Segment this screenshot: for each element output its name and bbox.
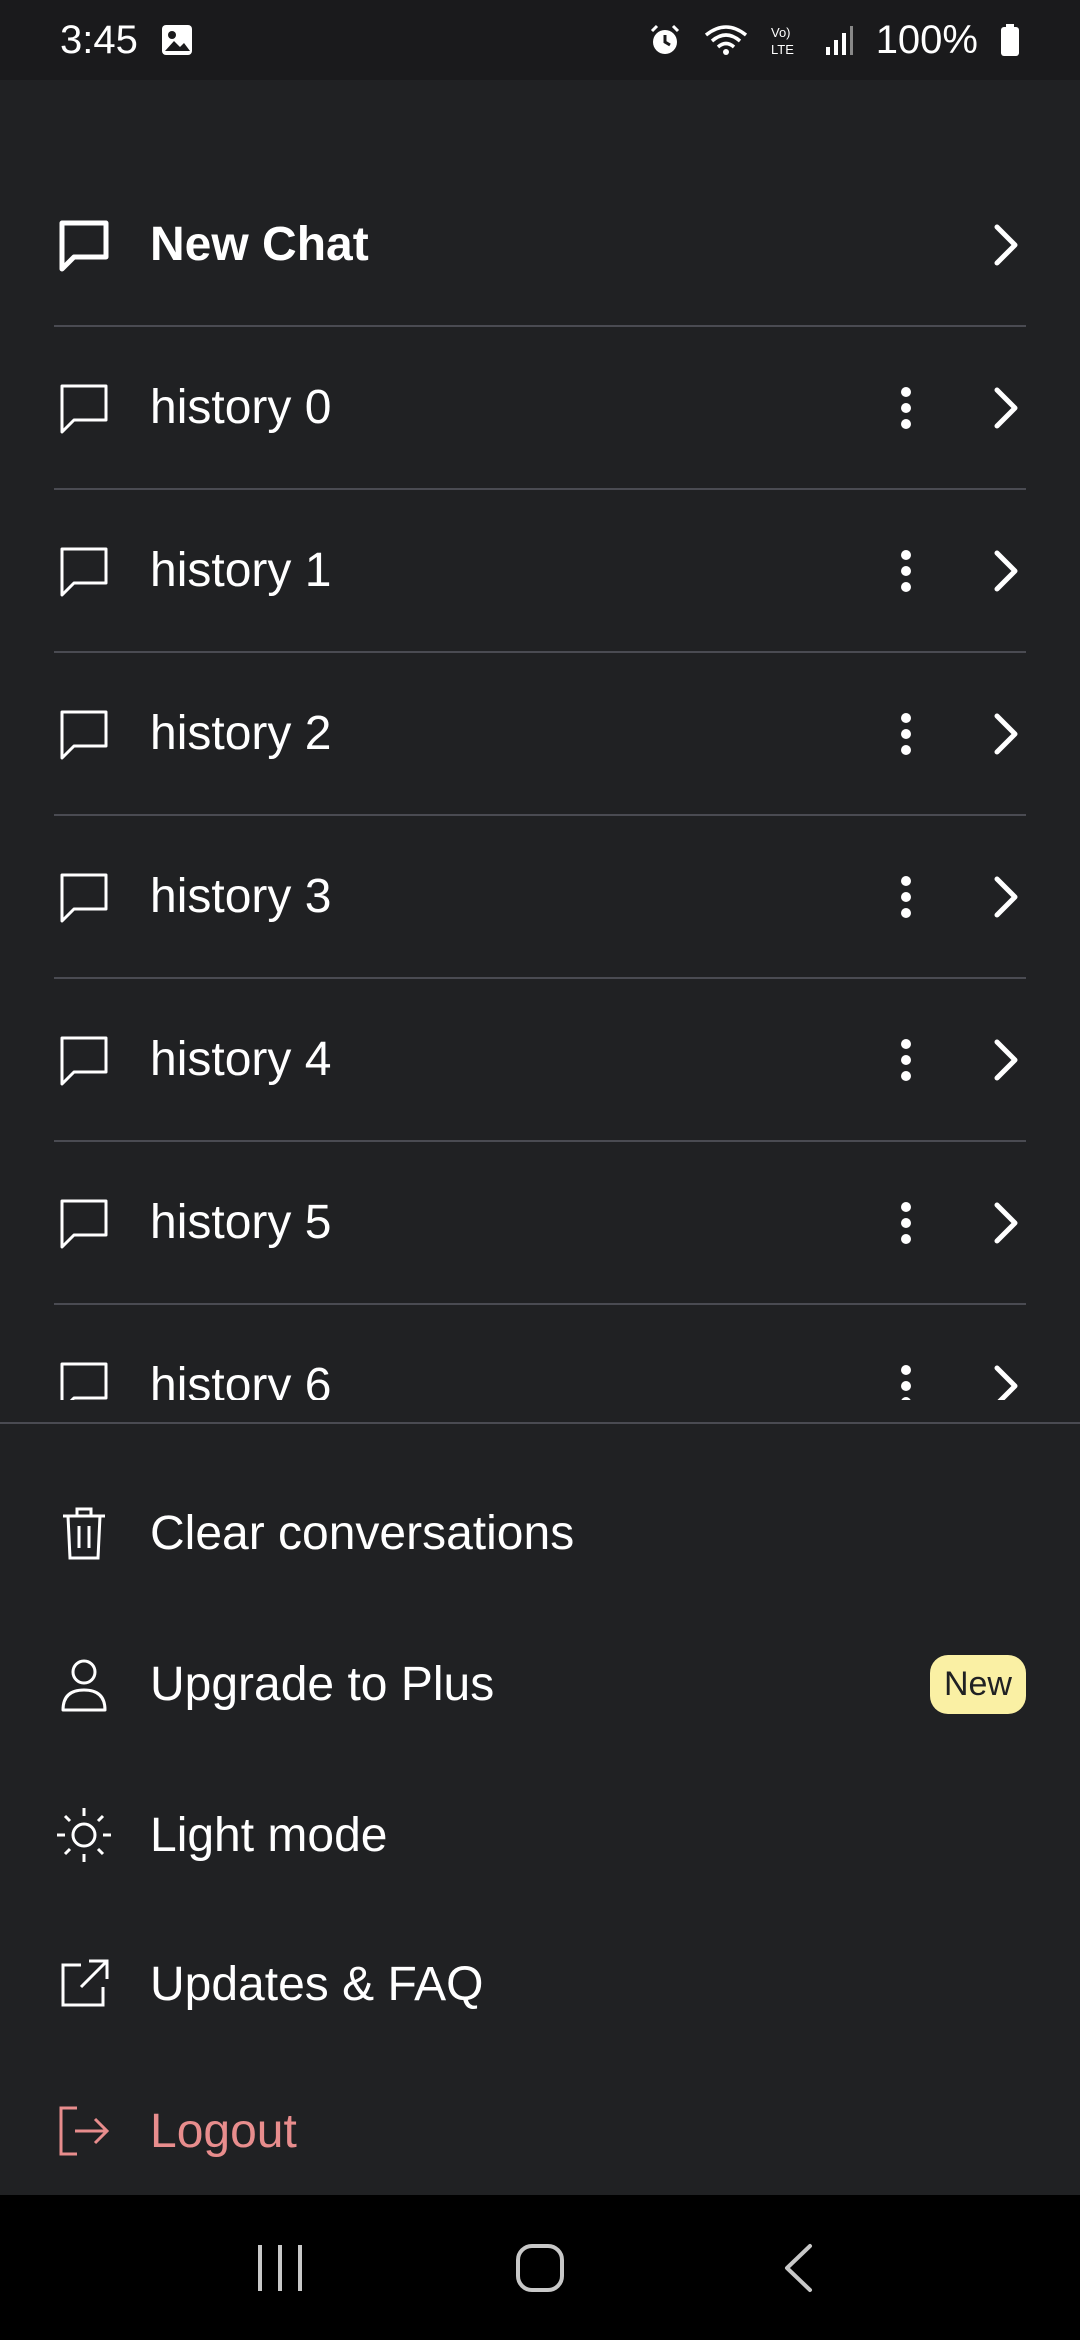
chevron-right-icon [986,1030,1026,1090]
updates-faq-label: Updates & FAQ [150,1957,484,2011]
chat-history-label: history 2 [150,707,332,760]
chat-bubble-icon [54,704,114,764]
svg-text:LTE: LTE [771,42,794,57]
user-icon [54,1654,114,1714]
chat-history-label: history 1 [150,544,332,597]
chat-history-item[interactable]: history 2 [54,653,1026,816]
recent-apps-button[interactable] [240,2228,320,2308]
status-bar-left: 3:45 [60,18,194,63]
upgrade-to-plus-button[interactable]: Upgrade to Plus New [54,1629,1026,1739]
chat-history-label: history 0 [150,381,332,434]
chat-bubble-icon [54,1030,114,1090]
navigation-bar [0,2195,1080,2340]
light-mode-button[interactable]: Light mode [54,1780,1026,1890]
light-mode-label: Light mode [150,1808,388,1862]
drawer-menu: Clear conversations Upgrade to Plus New … [0,1422,1080,2197]
chat-bubble-icon [54,867,114,927]
chat-history-item[interactable]: history 0 [54,327,1026,490]
status-bar: 3:45 Vo) LTE 100% [0,0,1080,80]
logout-button[interactable]: Logout [54,2076,1026,2186]
chevron-right-icon [986,867,1026,927]
chevron-right-icon [986,541,1026,601]
more-options-icon[interactable] [886,704,926,764]
logout-icon [54,2101,114,2161]
clock-time: 3:45 [60,17,138,62]
new-badge: New [929,1654,1026,1714]
chevron-right-icon [986,1356,1026,1400]
chat-history-label: history 3 [150,870,332,923]
more-options-icon[interactable] [886,1030,926,1090]
chat-bubble-icon [54,378,114,438]
more-options-icon[interactable] [886,1356,926,1400]
back-icon [785,2243,812,2292]
back-button[interactable] [760,2228,840,2308]
new-chat-button[interactable]: New Chat [54,164,1026,327]
wifi-icon [704,23,748,57]
svg-text:Vo): Vo) [771,25,791,40]
updates-faq-link[interactable]: Updates & FAQ [54,1929,1026,2039]
chevron-right-icon [986,378,1026,438]
clear-conversations-button[interactable]: Clear conversations [54,1478,1026,1588]
chat-bubble-icon [54,1193,114,1253]
chevron-right-icon [986,215,1026,275]
chat-list[interactable]: New Chat history 0 history 1 history 2 h… [0,80,1080,1400]
recent-apps-icon [258,2244,302,2291]
more-options-icon[interactable] [886,541,926,601]
chat-history-item[interactable]: history 4 [54,979,1026,1142]
more-options-icon[interactable] [886,867,926,927]
home-button[interactable] [500,2228,580,2308]
more-options-icon[interactable] [886,1193,926,1253]
chat-bubble-icon [54,541,114,601]
new-chat-label: New Chat [150,218,369,271]
chat-history-label: history 5 [150,1196,332,1249]
chevron-right-icon [986,1193,1026,1253]
status-bar-right: Vo) LTE 100% [648,18,1020,63]
battery-percent: 100% [875,17,978,62]
upgrade-to-plus-label: Upgrade to Plus [150,1657,495,1711]
home-icon [516,2243,564,2292]
trash-icon [54,1503,114,1563]
chevron-right-icon [986,704,1026,764]
chat-history-item[interactable]: history 1 [54,490,1026,653]
chat-history-item[interactable]: history 6 [54,1305,1026,1400]
chat-bubble-icon [54,1356,114,1400]
chat-history-label: history 4 [150,1033,332,1086]
chat-history-item[interactable]: history 5 [54,1142,1026,1305]
more-options-icon[interactable] [886,378,926,438]
signal-icon [824,23,854,57]
logout-label: Logout [150,2104,297,2158]
chat-bubble-icon [54,215,114,275]
battery-icon [1000,23,1020,57]
chat-history-item[interactable]: history 3 [54,816,1026,979]
alarm-icon [648,23,682,57]
sun-icon [54,1805,114,1865]
image-icon [160,23,194,57]
external-link-icon [54,1954,114,2014]
volte-icon: Vo) LTE [770,23,802,57]
chat-history-label: history 6 [150,1359,332,1400]
clear-conversations-label: Clear conversations [150,1506,575,1560]
